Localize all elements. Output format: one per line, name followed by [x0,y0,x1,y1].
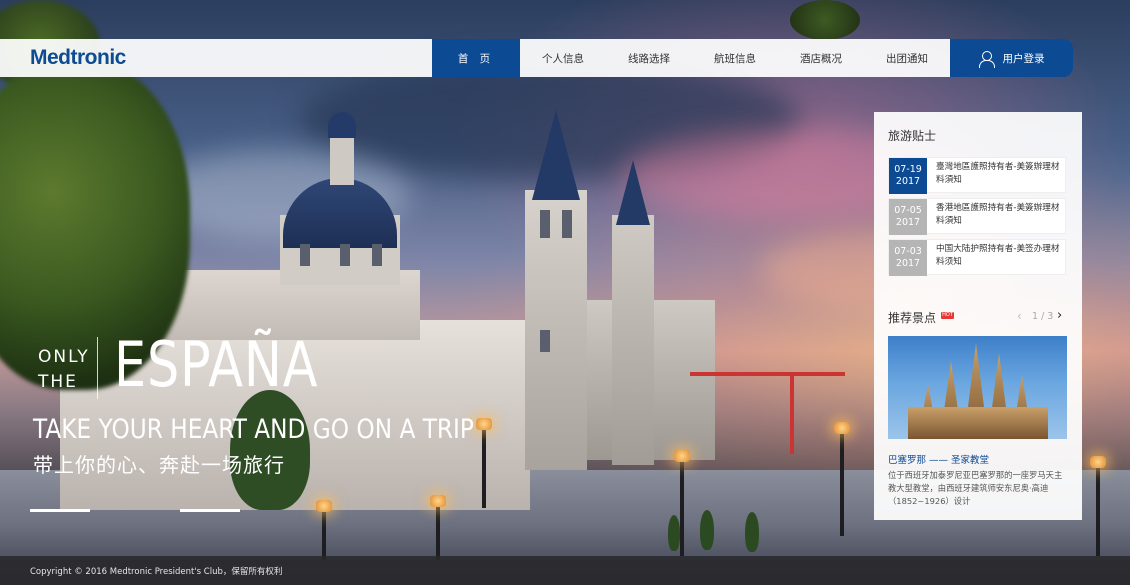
panel-title: 旅游贴士 [888,129,937,143]
login-button[interactable]: 用户登录 [950,39,1073,77]
tip-text: 臺灣地區護照持有者-美簽辦理材料須知 [936,162,1060,185]
user-icon [978,50,995,68]
chevron-left-icon[interactable]: ‹ [1017,309,1022,323]
slide-indicator-2[interactable] [180,509,240,512]
hero-divider [97,337,98,399]
spot-description: 位于西班牙加泰罗尼亚巴塞罗那的一座罗马天主教大型教堂，由西班牙建筑师安东尼奥·高… [888,470,1063,506]
hot-badge: HOT [941,312,954,319]
nav-personal-info[interactable]: 个人信息 [520,39,606,77]
spot-name[interactable]: 巴塞罗那 —— 圣家教堂 [888,452,989,466]
top-navbar: Medtronic 首 页 个人信息 线路选择 航班信息 酒店概况 出团通知 用… [0,39,1082,77]
login-label: 用户登录 [1002,52,1045,65]
hero-tagline: TAKE YOUR HEART AND GO ON A TRIP [33,414,474,445]
hero-only: ONLY [38,347,90,367]
recommend-title: 推荐景点 [888,311,937,325]
tip-item[interactable]: 07-03 2017 中国大陆护照持有者-美签办理材料须知 [888,239,1066,276]
tip-item[interactable]: 07-05 2017 香港地區護照持有者-美簽辦理材料須知 [888,198,1066,235]
tip-date: 07-19 2017 [889,158,927,194]
hero-the: THE [38,372,78,392]
hero-only-the: ONLY THE [38,345,90,395]
tip-item[interactable]: 07-19 2017 臺灣地區護照持有者-美簽辦理材料須知 [888,157,1066,194]
pager-count: 1 / 3 [1032,311,1054,322]
slide-indicator-1[interactable] [30,509,90,512]
tip-text: 香港地區護照持有者-美簽辦理材料須知 [936,203,1060,226]
spot-image[interactable] [888,336,1067,439]
copyright-text: Copyright © 2016 Medtronic President's C… [30,566,283,577]
hero-tagline-cn: 带上你的心、奔赴一场旅行 [33,453,285,477]
logo[interactable]: Medtronic [30,46,126,70]
tip-date: 07-03 2017 [889,240,927,276]
nav-route-selection[interactable]: 线路选择 [606,39,692,77]
footer: Copyright © 2016 Medtronic President's C… [0,556,1130,585]
logo-area: Medtronic [0,39,432,77]
chevron-right-icon[interactable]: › [1057,308,1062,323]
tip-text: 中国大陆护照持有者-美签办理材料须知 [936,244,1060,267]
travel-tips-panel: 旅游贴士 07-19 2017 臺灣地區護照持有者-美簽辦理材料須知 07-05… [874,112,1082,520]
tip-date: 07-05 2017 [889,199,927,235]
nav-group-notice[interactable]: 出团通知 [864,39,950,77]
nav-hotel-overview[interactable]: 酒店概况 [778,39,864,77]
nav-home[interactable]: 首 页 [432,39,520,77]
hero-title: ESPAÑA [114,328,319,401]
nav-flight-info[interactable]: 航班信息 [692,39,778,77]
main-nav: 首 页 个人信息 线路选择 航班信息 酒店概况 出团通知 [432,39,950,77]
